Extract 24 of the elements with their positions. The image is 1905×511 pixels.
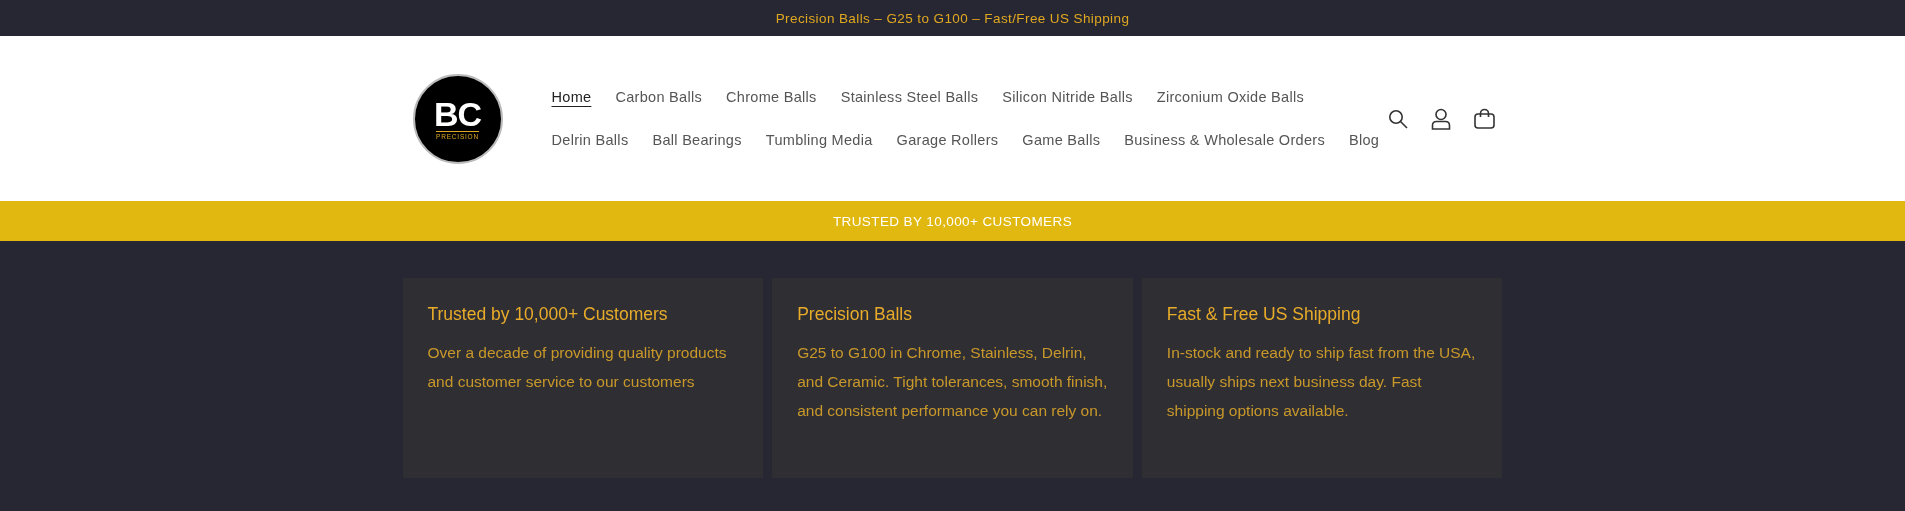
nav-link[interactable]: Chrome Balls bbox=[726, 87, 817, 107]
nav-link[interactable]: Business & Wholesale Orders bbox=[1124, 130, 1325, 150]
feature-text: G25 to G100 in Chrome, Stainless, Delrin, and Ceramic. Tight tolerances, smooth finish, and consistent performance you can rely on. bbox=[797, 343, 1108, 421]
nav-link[interactable]: Blog bbox=[1349, 130, 1380, 150]
nav-link[interactable]: Tumbling Media bbox=[765, 130, 873, 150]
account-icon[interactable] bbox=[1430, 107, 1451, 130]
nav-link[interactable]: Stainless Steel Balls bbox=[840, 87, 979, 107]
search-icon[interactable] bbox=[1387, 108, 1408, 129]
nav-link[interactable]: Delrin Balls bbox=[551, 130, 629, 150]
nav-link[interactable]: Zirconium Oxide Balls bbox=[1156, 87, 1305, 107]
feature-text: Over a decade of providing quality products and customer service to our customers bbox=[427, 343, 728, 392]
cart-icon[interactable] bbox=[1473, 108, 1495, 129]
feature-text: In-stock and ready to ship fast from the USA, usually ships next business day. Fast shipping options available. bbox=[1166, 343, 1477, 421]
nav-link[interactable]: Ball Bearings bbox=[652, 130, 742, 150]
feature-title: Fast & Free US Shipping bbox=[1166, 304, 1362, 325]
nav-link[interactable]: Garage Rollers bbox=[896, 130, 999, 150]
nav-link[interactable]: Game Balls bbox=[1022, 130, 1101, 150]
nav-link[interactable]: Silicon Nitride Balls bbox=[1002, 87, 1133, 107]
nav-link[interactable]: Home bbox=[551, 87, 592, 107]
feature-title: Trusted by 10,000+ Customers bbox=[427, 304, 669, 325]
nav-link[interactable]: Carbon Balls bbox=[615, 87, 702, 107]
banner-text: TRUSTED BY 10,000+ CUSTOMERS bbox=[832, 213, 1073, 229]
feature-title: Precision Balls bbox=[797, 304, 913, 325]
announcement-text: Precision Balls – G25 to G100 – Fast/Free US Shipping bbox=[775, 10, 1130, 26]
